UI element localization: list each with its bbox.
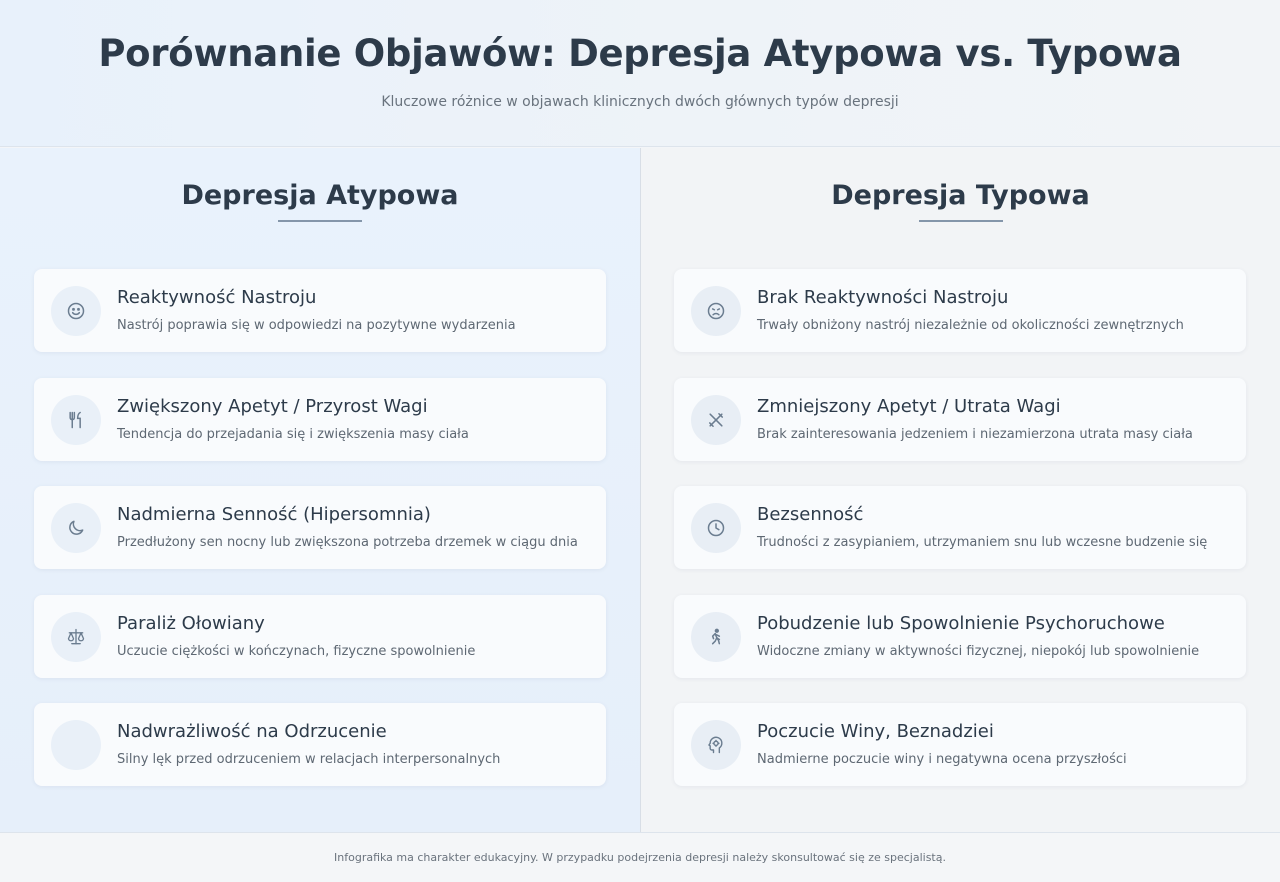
scale-icon: [51, 612, 101, 662]
page-header: Porównanie Objawów: Depresja Atypowa vs.…: [0, 0, 1280, 147]
symptom-title: Bezsenność: [757, 504, 864, 525]
symptom-card: Nadmierna Senność (Hipersomnia) Przedłuż…: [34, 486, 606, 569]
symptom-description: Przedłużony sen nocny lub zwiększona pot…: [117, 535, 578, 550]
symptom-title: Paraliż Ołowiany: [117, 613, 265, 634]
moon-icon: [51, 503, 101, 553]
head-brain-icon: [691, 720, 741, 770]
symptom-card: Pobudzenie lub Spowolnienie Psychoruchow…: [674, 595, 1246, 678]
symptom-description: Brak zainteresowania jedzeniem i niezami…: [757, 427, 1193, 442]
atypical-title-underline: [278, 220, 362, 222]
empty-icon: [51, 720, 101, 770]
symptom-card: Bezsenność Trudności z zasypianiem, utrz…: [674, 486, 1246, 569]
page-title: Porównanie Objawów: Depresja Atypowa vs.…: [98, 32, 1182, 75]
symptom-title: Brak Reaktywności Nastroju: [757, 287, 1009, 308]
symptom-description: Silny lęk przed odrzuceniem w relacjach …: [117, 752, 501, 767]
atypical-column-title: Depresja Atypowa: [181, 180, 459, 211]
symptom-card: Reaktywność Nastroju Nastrój poprawia si…: [34, 269, 606, 352]
clock-icon: [691, 503, 741, 553]
symptom-card: Brak Reaktywności Nastroju Trwały obniżo…: [674, 269, 1246, 352]
symptom-card: Zmniejszony Apetyt / Utrata Wagi Brak za…: [674, 378, 1246, 461]
utensils-icon: [51, 395, 101, 445]
symptom-title: Zwiększony Apetyt / Przyrost Wagi: [117, 396, 428, 417]
typical-title-underline: [918, 220, 1003, 222]
symptom-description: Nadmierne poczucie winy i negatywna ocen…: [757, 752, 1127, 767]
symptom-description: Trwały obniżony nastrój niezależnie od o…: [757, 318, 1184, 333]
utensils-crossed-icon: [691, 395, 741, 445]
smile-icon: [51, 286, 101, 336]
symptom-title: Nadwrażliwość na Odrzucenie: [117, 721, 387, 742]
symptom-description: Uczucie ciężkości w kończynach, fizyczne…: [117, 644, 476, 659]
sad-face-icon: [691, 286, 741, 336]
symptom-card: Nadwrażliwość na Odrzucenie Silny lęk pr…: [34, 703, 606, 786]
walking-icon: [691, 612, 741, 662]
symptom-description: Trudności z zasypianiem, utrzymaniem snu…: [757, 535, 1208, 550]
atypical-column: Depresja Atypowa Reaktywność Nastroju Na…: [0, 148, 640, 832]
symptom-title: Nadmierna Senność (Hipersomnia): [117, 504, 431, 525]
footer-disclaimer: Infografika ma charakter edukacyjny. W p…: [0, 832, 1280, 882]
symptom-title: Poczucie Winy, Beznadziei: [757, 721, 994, 742]
page-subtitle: Kluczowe różnice w objawach klinicznych …: [381, 94, 899, 110]
symptom-card: Poczucie Winy, Beznadziei Nadmierne pocz…: [674, 703, 1246, 786]
symptom-description: Tendencja do przejadania się i zwiększen…: [117, 427, 469, 442]
symptom-card: Paraliż Ołowiany Uczucie ciężkości w koń…: [34, 595, 606, 678]
symptom-description: Nastrój poprawia się w odpowiedzi na poz…: [117, 318, 516, 333]
symptom-title: Reaktywność Nastroju: [117, 287, 317, 308]
symptom-description: Widoczne zmiany w aktywności fizycznej, …: [757, 644, 1200, 659]
symptom-card: Zwiększony Apetyt / Przyrost Wagi Tenden…: [34, 378, 606, 461]
typical-column: Depresja Typowa Brak Reaktywności Nastro…: [641, 148, 1280, 832]
symptom-title: Pobudzenie lub Spowolnienie Psychoruchow…: [757, 613, 1165, 634]
typical-column-title: Depresja Typowa: [831, 180, 1090, 211]
symptom-title: Zmniejszony Apetyt / Utrata Wagi: [757, 396, 1061, 417]
